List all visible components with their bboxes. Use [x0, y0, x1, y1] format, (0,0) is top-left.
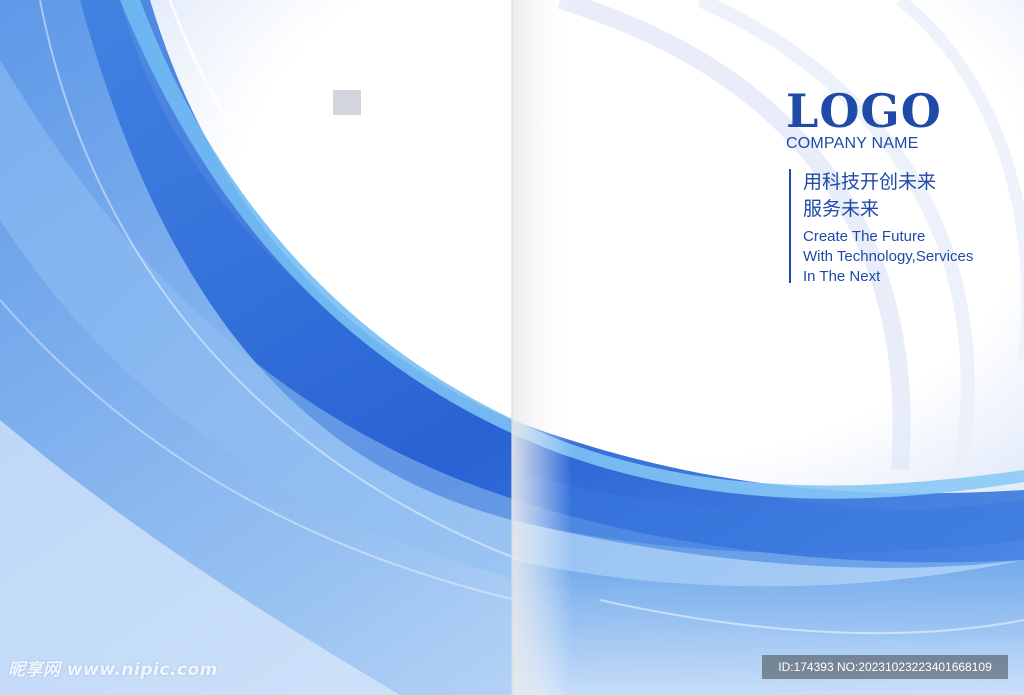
logo-block: LOGO COMPANY NAME: [786, 88, 1016, 153]
decorative-square: [333, 90, 361, 115]
slogan-en-line2: With Technology,Services: [803, 248, 974, 265]
company-name: COMPANY NAME: [786, 135, 919, 152]
slogan-cn-line2: 服务未来: [803, 198, 880, 220]
image-id-watermark: ID:174393 NO:20231023223401668109: [762, 655, 1008, 679]
slogan-en-line3: In The Next: [803, 268, 881, 285]
brochure-cover: LOGO COMPANY NAME 用科技开创未来 服务未来 Create Th…: [0, 0, 1024, 695]
slogan-cn-line1: 用科技开创未来: [803, 171, 937, 193]
slogan-en-line1: Create The Future: [803, 228, 926, 245]
logo-text: LOGO: [786, 84, 942, 138]
site-watermark: 昵享网 www.nipic.com: [8, 660, 218, 680]
slogan-block: 用科技开创未来 服务未来 Create The Future With Tech…: [789, 169, 1019, 285]
